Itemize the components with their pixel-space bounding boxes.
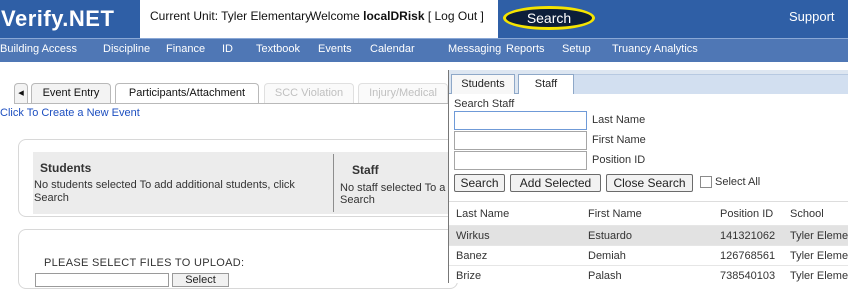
position-id-label: Position ID [592, 154, 646, 166]
app-logo: Verify.NET [0, 0, 140, 38]
col-school[interactable]: School [790, 208, 824, 220]
welcome-text: Welcome localDRisk [ Log Out ] [310, 9, 484, 23]
cell-school: Tyler Elemer [790, 230, 848, 242]
support-link[interactable]: Support [789, 9, 835, 24]
search-button[interactable]: Search [503, 6, 595, 30]
students-title: Students [40, 161, 92, 175]
popup-search-button[interactable]: Search [454, 174, 505, 192]
nav-reports[interactable]: Reports [506, 43, 545, 55]
tab-participants-attachment[interactable]: Participants/Attachment [115, 83, 259, 103]
nav-discipline[interactable]: Discipline [103, 43, 150, 55]
results-header: Last Name First Name Position ID School [449, 201, 848, 225]
students-search-link[interactable]: Search [34, 192, 69, 204]
cell-school: Tyler Elemer [790, 270, 848, 282]
username: localDRisk [363, 9, 425, 23]
cell-last-name: Brize [456, 270, 482, 282]
add-selected-button[interactable]: Add Selected [510, 174, 601, 192]
nav-building-access[interactable]: Building Access [0, 43, 77, 55]
create-new-event-link[interactable]: Click To Create a New Event [0, 107, 140, 119]
select-file-button[interactable]: Select [172, 273, 229, 287]
current-unit-text: Current Unit: Tyler Elementary [150, 9, 312, 23]
select-all-checkbox[interactable] [700, 176, 712, 188]
cell-position-id: 141321062 [720, 230, 776, 242]
tab-divider [14, 103, 448, 104]
cell-position-id: 126768561 [720, 250, 776, 262]
tab-scc-violation[interactable]: SCC Violation [264, 83, 354, 103]
first-name-label: First Name [592, 134, 646, 146]
user-info-strip: Current Unit: Tyler Elementary Welcome l… [140, 0, 498, 38]
nav-finance[interactable]: Finance [166, 43, 205, 55]
close-search-button[interactable]: Close Search [606, 174, 693, 192]
popup-tab-staff[interactable]: Staff [518, 74, 574, 94]
table-row[interactable]: Brize Palash 738540103 Tyler Elemer [449, 265, 848, 285]
nav-messaging[interactable]: Messaging [448, 43, 501, 55]
first-name-input[interactable] [454, 131, 587, 150]
staff-search-popup: Students Staff Search Staff Last Name Fi… [448, 70, 848, 283]
position-id-input[interactable] [454, 151, 587, 170]
staff-text: No staff selected To a [340, 182, 446, 194]
cell-last-name: Wirkus [456, 230, 490, 242]
tab-event-entry[interactable]: Event Entry [31, 83, 111, 103]
nav-truancy-analytics[interactable]: Truancy Analytics [612, 43, 698, 55]
cell-school: Tyler Elemer [790, 250, 848, 262]
staff-title: Staff [352, 163, 379, 177]
file-path-field[interactable] [35, 273, 169, 287]
nav-id[interactable]: ID [222, 43, 233, 55]
nav-events[interactable]: Events [318, 43, 352, 55]
cell-first-name: Demiah [588, 250, 626, 262]
panel-divider [333, 154, 334, 212]
cell-last-name: Banez [456, 250, 488, 262]
cell-first-name: Estuardo [588, 230, 633, 242]
select-all-label: Select All [715, 176, 761, 188]
popup-tabbar: Students Staff [449, 70, 848, 94]
staff-search-link[interactable]: Search [340, 194, 375, 206]
last-name-input[interactable] [454, 111, 587, 130]
col-last-name[interactable]: Last Name [456, 208, 509, 220]
popup-tab-students[interactable]: Students [451, 74, 515, 94]
cell-first-name: Palash [588, 270, 622, 282]
participants-panel: Students No students selected To add add… [33, 152, 453, 214]
main-nav: Building Access Discipline Finance ID Te… [0, 38, 848, 62]
cell-position-id: 738540103 [720, 270, 776, 282]
popup-tab-strip [574, 74, 848, 94]
search-staff-legend: Search Staff [454, 98, 515, 110]
nav-setup[interactable]: Setup [562, 43, 591, 55]
col-position-id[interactable]: Position ID [720, 208, 773, 220]
last-name-label: Last Name [592, 114, 646, 126]
logout-link[interactable]: [ Log Out ] [428, 9, 484, 23]
tab-scroll-left-icon[interactable]: ◂ [14, 83, 28, 103]
upload-label: PLEASE SELECT FILES TO UPLOAD: [44, 257, 245, 269]
nav-calendar[interactable]: Calendar [370, 43, 415, 55]
students-text: No students selected To add additional s… [34, 179, 295, 191]
tab-injury-medical[interactable]: Injury/Medical [358, 83, 448, 103]
col-first-name[interactable]: First Name [588, 208, 642, 220]
table-row[interactable]: Banez Demiah 126768561 Tyler Elemer [449, 245, 848, 265]
table-row[interactable]: Wirkus Estuardo 141321062 Tyler Elemer [449, 225, 848, 245]
nav-textbook[interactable]: Textbook [256, 43, 300, 55]
